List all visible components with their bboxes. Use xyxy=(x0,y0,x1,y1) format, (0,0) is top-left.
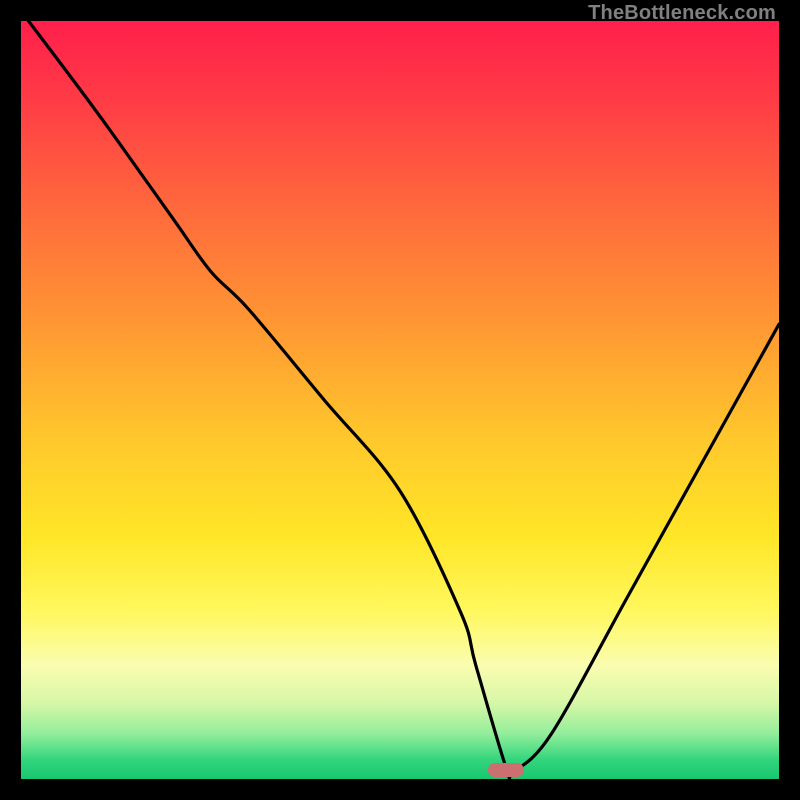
chart-frame: TheBottleneck.com xyxy=(0,0,800,800)
watermark-text: TheBottleneck.com xyxy=(588,2,776,25)
bottleneck-curve xyxy=(21,21,779,779)
plot-area xyxy=(21,21,779,779)
optimal-marker xyxy=(488,763,524,777)
